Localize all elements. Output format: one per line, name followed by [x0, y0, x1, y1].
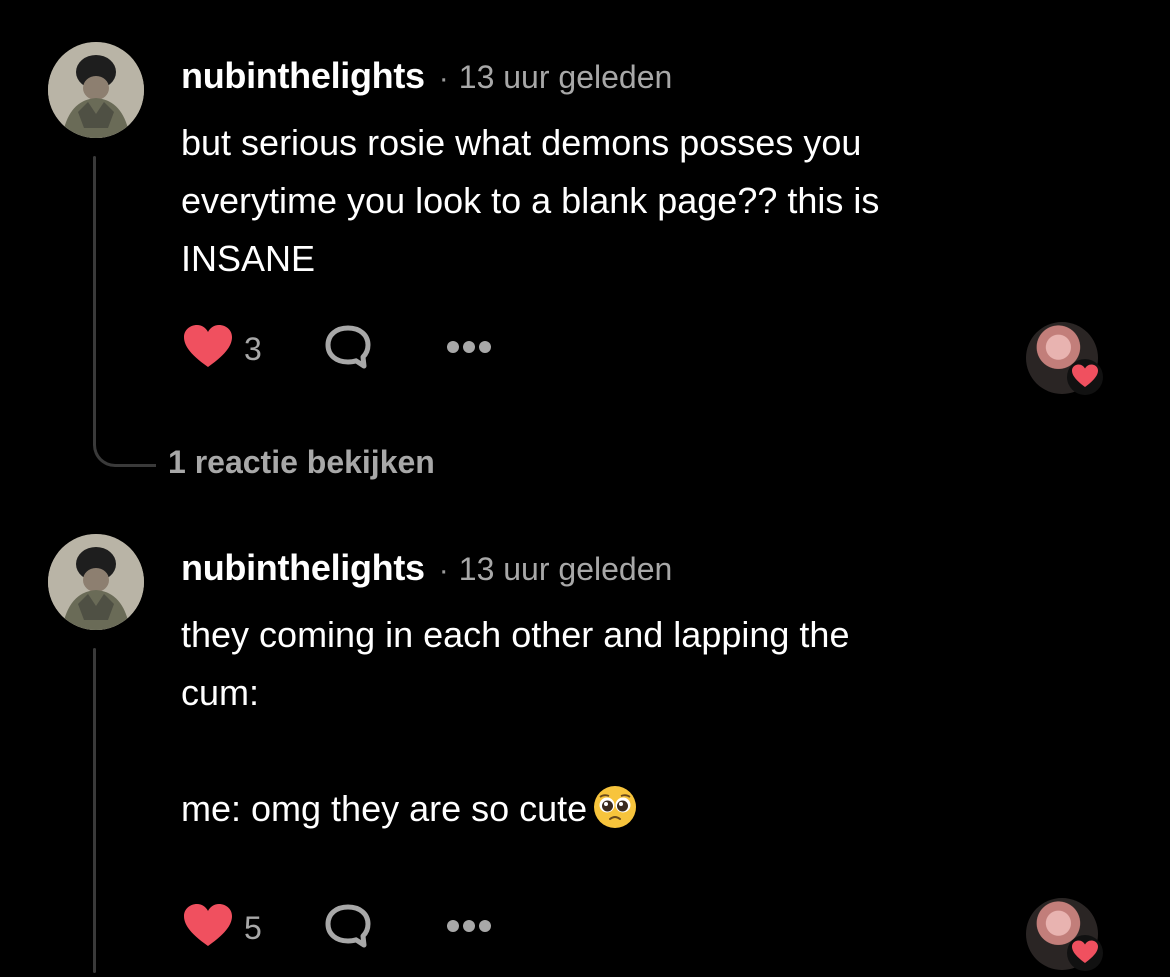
like-count: 3: [244, 330, 262, 367]
pleading-face-emoji: [593, 785, 637, 829]
avatar-photo: [48, 42, 144, 138]
like-count: 5: [244, 909, 262, 946]
username[interactable]: nubinthelights: [181, 547, 425, 589]
more-dots-icon[interactable]: [446, 340, 492, 359]
comment-header: nubinthelights · 13 uur geleden: [181, 547, 672, 589]
avatar[interactable]: [48, 42, 144, 138]
avatar-photo: [48, 534, 144, 630]
heart-icon: [1066, 358, 1104, 401]
separator-dot: ·: [438, 554, 449, 587]
author-liked-avatar: [1026, 898, 1103, 971]
reply-bubble-icon[interactable]: [324, 324, 372, 375]
heart-icon[interactable]: [184, 324, 232, 374]
thread-line: [93, 648, 96, 973]
comment-header: nubinthelights · 13 uur geleden: [181, 55, 672, 97]
separator-dot: ·: [438, 62, 449, 95]
reply-bubble-icon[interactable]: [324, 903, 372, 954]
comment-text: but serious rosie what demons posses you…: [181, 122, 880, 279]
heart-icon[interactable]: [184, 903, 232, 953]
thread-line: [93, 156, 96, 438]
author-liked-avatar: [1026, 322, 1103, 395]
timestamp: 13 uur geleden: [458, 551, 673, 587]
comment-actions: 3: [184, 324, 492, 374]
timestamp: 13 uur geleden: [458, 59, 673, 95]
avatar[interactable]: [48, 534, 144, 630]
view-replies-link[interactable]: 1 reactie bekijken: [168, 444, 435, 481]
heart-icon: [1066, 934, 1104, 977]
comment-actions: 5: [184, 903, 492, 953]
more-dots-icon[interactable]: [446, 919, 492, 938]
comment-text: they coming in each other and lapping th…: [181, 614, 850, 829]
comment-text-block: they coming in each other and lapping th…: [181, 606, 1111, 838]
thread-connector: [93, 436, 156, 467]
username[interactable]: nubinthelights: [181, 55, 425, 97]
